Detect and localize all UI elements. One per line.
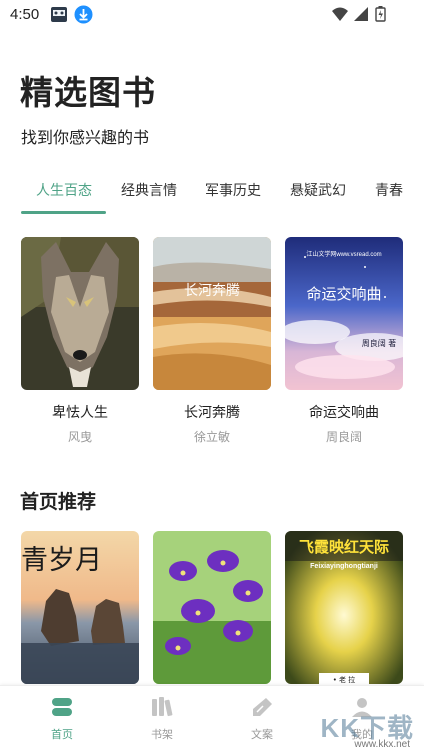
- cover-title: 青岁月: [21, 545, 102, 576]
- book-card[interactable]: 飞霞映红天际 Feixiayinghongtianji • 老 拉: [285, 531, 403, 684]
- nav-label: 首页: [51, 728, 73, 741]
- signal-icon: [354, 7, 368, 21]
- book-title: 长河奔腾: [184, 405, 240, 421]
- cover-title: 飞霞映红天际: [299, 538, 389, 556]
- cover-title: 长河奔腾: [184, 282, 240, 299]
- watermark: KK下载 www.kkx.net: [298, 700, 416, 750]
- book-card[interactable]: 青岁月: [21, 531, 139, 684]
- book-title: 命运交响曲: [309, 405, 379, 421]
- book-cover[interactable]: 青岁月: [21, 531, 139, 684]
- book-cover[interactable]: [153, 531, 271, 684]
- book-card[interactable]: 长河奔腾 长河奔腾 徐立敏: [153, 237, 271, 445]
- book-title: 卑怯人生: [52, 405, 108, 421]
- book-cover[interactable]: [21, 237, 139, 390]
- category-tabs: 人生百态 经典言情 军事历史 悬疑武幻 青春: [0, 170, 424, 216]
- system-status-icons: [332, 6, 386, 22]
- nav-home[interactable]: 首页: [32, 696, 92, 742]
- section-title: 首页推荐: [20, 491, 97, 513]
- nav-copywriting[interactable]: 文案: [232, 696, 292, 742]
- book-author: 周良阔: [325, 430, 362, 444]
- book-card[interactable]: 江山文学网www.vsread.com 命运交响曲 周良阔 著 命运交响曲 周良…: [285, 237, 403, 445]
- status-bar: 4:50: [0, 0, 424, 30]
- watermark-url: www.kkx.net: [354, 739, 410, 750]
- book-cover[interactable]: 长河奔腾: [153, 237, 271, 390]
- home-icon: [52, 698, 72, 716]
- active-tab-indicator: [21, 211, 106, 214]
- cover-site: 江山文学网www.vsread.com: [306, 250, 381, 258]
- book-cover[interactable]: 江山文学网www.vsread.com 命运交响曲 周良阔 著: [285, 237, 403, 390]
- book-card[interactable]: 卑怯人生 风曳: [21, 237, 139, 445]
- pen-icon: [253, 698, 272, 716]
- cover-author: • 老 拉: [333, 675, 356, 684]
- book-author: 风曳: [67, 430, 92, 444]
- game-notification-icon: [51, 7, 67, 22]
- page-subtitle: 找到你感兴趣的书: [21, 128, 150, 147]
- page-title: 精选图书: [20, 73, 156, 112]
- cover-author: 周良阔 著: [362, 338, 397, 348]
- nav-bookshelf[interactable]: 书架: [132, 696, 192, 742]
- tab-junshilishi[interactable]: 军事历史: [205, 180, 261, 200]
- battery-icon: [375, 6, 386, 22]
- status-time: 4:50: [10, 6, 40, 23]
- book-author: 徐立敏: [193, 430, 230, 444]
- book-card[interactable]: [153, 531, 271, 684]
- nav-label: 文案: [251, 728, 273, 741]
- tab-jingdianyanqing[interactable]: 经典言情: [121, 180, 177, 200]
- cover-title: 命运交响曲: [306, 285, 381, 303]
- bookshelf-icon: [152, 697, 173, 717]
- tab-xuanyiwuhuan[interactable]: 悬疑武幻: [290, 180, 346, 200]
- tab-qingchun[interactable]: 青春: [375, 180, 403, 200]
- download-notification-icon: [74, 5, 93, 24]
- cover-pinyin: Feixiayinghongtianji: [310, 563, 378, 570]
- book-cover[interactable]: 飞霞映红天际 Feixiayinghongtianji • 老 拉: [285, 531, 403, 684]
- wifi-icon: [332, 7, 348, 21]
- tab-renshengbaitai[interactable]: 人生百态: [36, 180, 92, 200]
- bottom-nav: 首页 书架 文案 我的 KK下载 www.kkx.net: [0, 685, 424, 754]
- nav-label: 书架: [151, 728, 173, 741]
